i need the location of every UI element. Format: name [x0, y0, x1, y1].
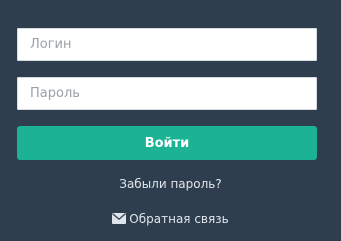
feedback-link[interactable]: Обратная связь [0, 212, 341, 227]
login-button[interactable]: Войти [17, 126, 317, 160]
login-input[interactable] [17, 28, 317, 61]
forgot-password-link[interactable]: Забыли пароль? [0, 177, 341, 191]
feedback-label: Обратная связь [129, 212, 229, 226]
password-input[interactable] [17, 77, 317, 110]
envelope-icon [112, 213, 127, 227]
